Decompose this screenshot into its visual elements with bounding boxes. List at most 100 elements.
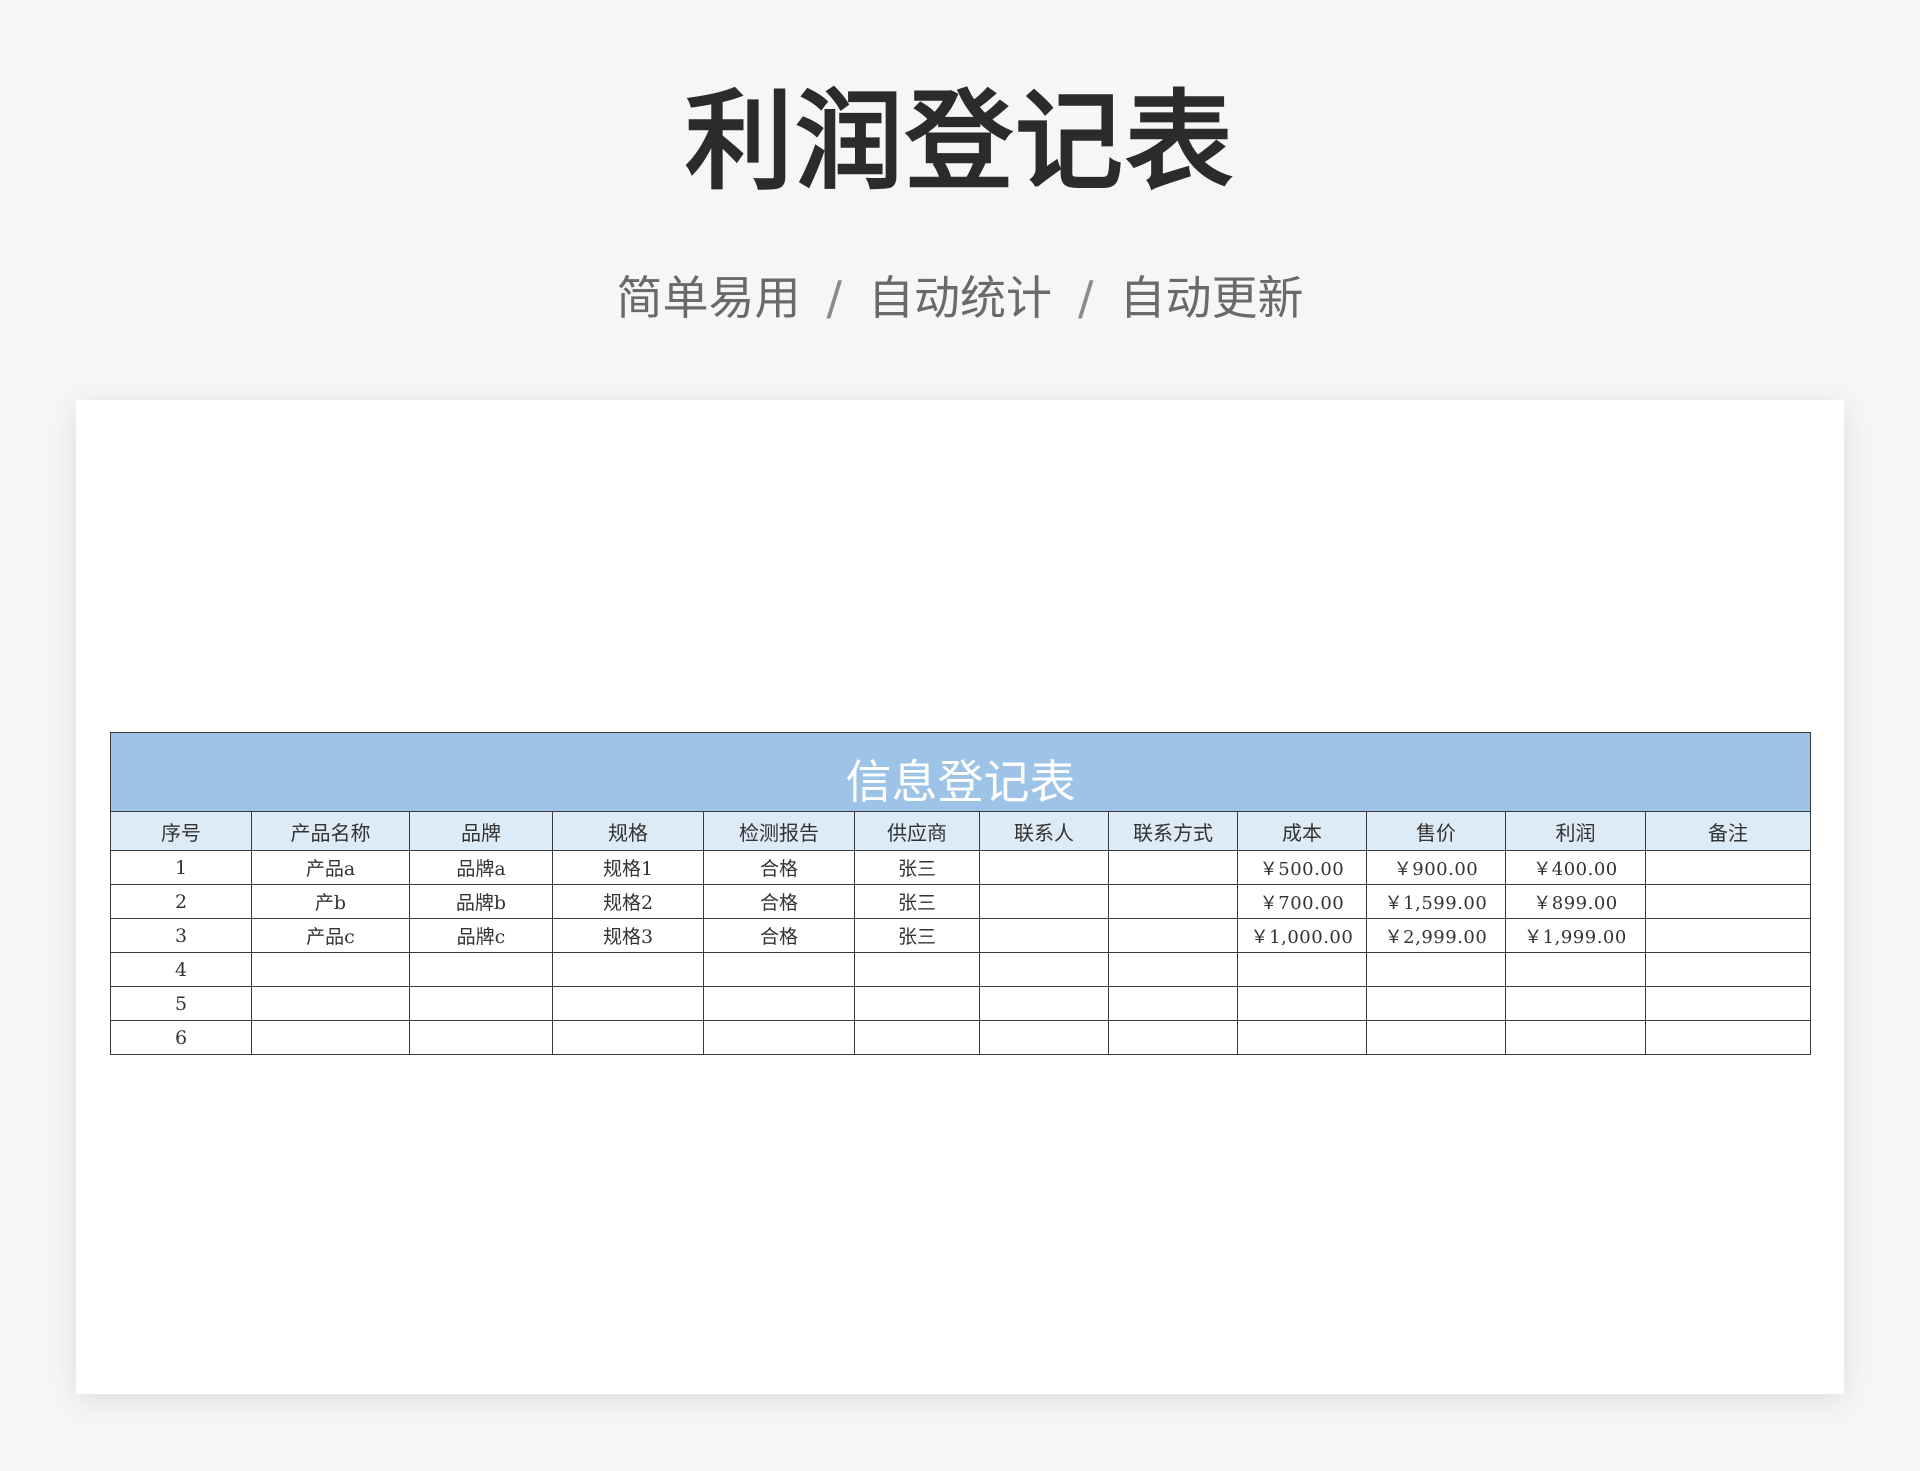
table-cell[interactable] (1645, 1020, 1811, 1055)
tagline-separator: / (1078, 271, 1094, 325)
table-cell[interactable] (1108, 850, 1238, 885)
table-cell[interactable] (1505, 952, 1646, 987)
table-cell[interactable] (552, 986, 704, 1021)
table-cell[interactable] (1645, 952, 1811, 987)
table-cell[interactable]: 6 (110, 1020, 252, 1055)
column-header[interactable]: 成本 (1237, 811, 1367, 851)
table-cell[interactable] (1645, 850, 1811, 885)
table-cell[interactable] (1366, 986, 1506, 1021)
table-cell[interactable] (854, 986, 980, 1021)
table-cell[interactable]: 4 (110, 952, 252, 987)
table-cell[interactable]: 张三 (854, 918, 980, 953)
table-cell[interactable]: 张三 (854, 850, 980, 885)
tagline-separator: / (826, 271, 843, 325)
table-row: 5 (110, 986, 1811, 1021)
table-cell[interactable] (1366, 1020, 1506, 1055)
table-cell[interactable] (1237, 986, 1367, 1021)
table-cell[interactable] (1237, 952, 1367, 987)
tagline: 简单易用 / 自动统计 / 自动更新 (0, 268, 1920, 328)
column-header[interactable]: 序号 (110, 811, 252, 851)
table-cell[interactable] (1645, 918, 1811, 953)
table-cell[interactable] (1108, 952, 1238, 987)
table-cell[interactable]: ￥700.00 (1237, 884, 1367, 919)
column-header[interactable]: 联系人 (979, 811, 1109, 851)
table-cell[interactable]: 品牌b (409, 884, 553, 919)
table-cell[interactable]: 规格1 (552, 850, 704, 885)
table-title-row: 信息登记表 (110, 732, 1811, 812)
table-cell[interactable]: 产b (251, 884, 410, 919)
table-cell[interactable] (1505, 1020, 1646, 1055)
table-cell[interactable]: ￥1,999.00 (1505, 918, 1646, 953)
table-row: 3 产品c 品牌c 规格3 合格 张三 ￥1,000.00 ￥2,999.00 ￥1,999.0… (110, 918, 1811, 953)
table-cell[interactable]: ￥500.00 (1237, 850, 1367, 885)
table-cell[interactable]: 合格 (703, 918, 855, 953)
table-cell[interactable] (979, 850, 1109, 885)
table-title[interactable]: 信息登记表 (110, 732, 1811, 812)
table-cell[interactable]: 产品c (251, 918, 410, 953)
table-row: 6 (110, 1020, 1811, 1055)
table-cell[interactable]: ￥1,599.00 (1366, 884, 1506, 919)
table-cell[interactable]: 品牌a (409, 850, 553, 885)
column-header[interactable]: 检测报告 (703, 811, 855, 851)
table-cell[interactable] (1645, 986, 1811, 1021)
table-cell[interactable] (1108, 1020, 1238, 1055)
table-cell[interactable]: 张三 (854, 884, 980, 919)
table-cell[interactable]: 2 (110, 884, 252, 919)
table-cell[interactable]: ￥1,000.00 (1237, 918, 1367, 953)
table-cell[interactable] (251, 1020, 410, 1055)
table-cell[interactable] (251, 986, 410, 1021)
table-cell[interactable]: 品牌c (409, 918, 553, 953)
column-header[interactable]: 品牌 (409, 811, 553, 851)
column-header[interactable]: 备注 (1645, 811, 1811, 851)
table-cell[interactable]: ￥400.00 (1505, 850, 1646, 885)
table-cell[interactable] (979, 952, 1109, 987)
tagline-item-easy: 简单易用 (616, 271, 801, 325)
table-cell[interactable] (854, 952, 980, 987)
table-cell[interactable] (1645, 884, 1811, 919)
table-cell[interactable]: 合格 (703, 884, 855, 919)
column-header[interactable]: 利润 (1505, 811, 1646, 851)
registration-table: 信息登记表 序号 产品名称 品牌 规格 检测报告 供应商 联系人 联系方式 成本 售价 利润 备注 1… (110, 732, 1811, 1055)
table-cell[interactable] (854, 1020, 980, 1055)
table-wrapper: 信息登记表 序号 产品名称 品牌 规格 检测报告 供应商 联系人 联系方式 成本 售价 利润 备注 1… (110, 732, 1811, 1055)
table-cell[interactable] (1505, 986, 1646, 1021)
column-header[interactable]: 售价 (1366, 811, 1506, 851)
table-cell[interactable] (1366, 952, 1506, 987)
tagline-item-stats: 自动统计 (868, 271, 1052, 325)
column-header[interactable]: 产品名称 (251, 811, 410, 851)
table-cell[interactable] (979, 986, 1109, 1021)
table-cell[interactable] (979, 1020, 1109, 1055)
page-title: 利润登记表 (684, 80, 1235, 205)
table-row: 4 (110, 952, 1811, 987)
table-cell[interactable]: 规格2 (552, 884, 704, 919)
table-cell[interactable]: 3 (110, 918, 252, 953)
table-cell[interactable]: 产品a (251, 850, 410, 885)
table-header-row: 序号 产品名称 品牌 规格 检测报告 供应商 联系人 联系方式 成本 售价 利润 备注 (110, 811, 1811, 851)
column-header[interactable]: 联系方式 (1108, 811, 1238, 851)
table-cell[interactable]: ￥2,999.00 (1366, 918, 1506, 953)
table-cell[interactable] (1108, 986, 1238, 1021)
table-cell[interactable] (552, 1020, 704, 1055)
table-cell[interactable] (1108, 884, 1238, 919)
column-header[interactable]: 供应商 (854, 811, 980, 851)
table-cell[interactable] (703, 952, 855, 987)
table-cell[interactable] (409, 1020, 553, 1055)
table-cell[interactable] (1237, 1020, 1367, 1055)
table-row: 1 产品a 品牌a 规格1 合格 张三 ￥500.00 ￥900.00 ￥400.00 (110, 850, 1811, 885)
table-cell[interactable]: ￥900.00 (1366, 850, 1506, 885)
table-cell[interactable] (409, 952, 553, 987)
table-cell[interactable] (552, 952, 704, 987)
table-cell[interactable]: 1 (110, 850, 252, 885)
table-cell[interactable] (703, 1020, 855, 1055)
table-cell[interactable] (251, 952, 410, 987)
table-cell[interactable] (979, 884, 1109, 919)
table-cell[interactable]: ￥899.00 (1505, 884, 1646, 919)
table-cell[interactable]: 5 (110, 986, 252, 1021)
table-cell[interactable] (979, 918, 1109, 953)
table-cell[interactable]: 规格3 (552, 918, 704, 953)
table-cell[interactable]: 合格 (703, 850, 855, 885)
column-header[interactable]: 规格 (552, 811, 704, 851)
table-cell[interactable] (1108, 918, 1238, 953)
table-cell[interactable] (409, 986, 553, 1021)
table-cell[interactable] (703, 986, 855, 1021)
